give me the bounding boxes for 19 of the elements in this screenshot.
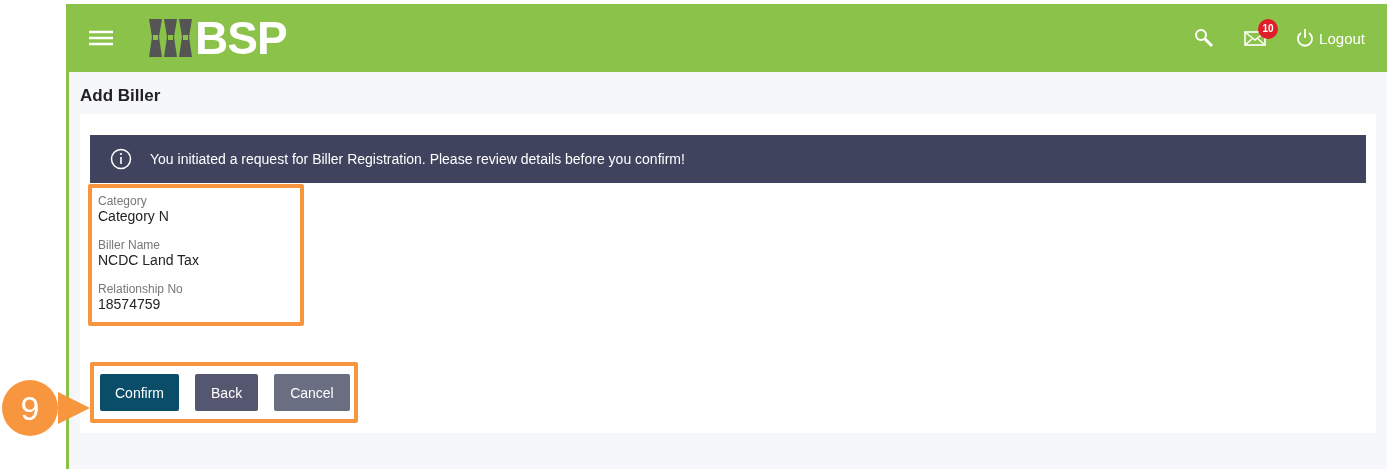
power-icon [1296, 28, 1315, 48]
search-icon[interactable] [1194, 28, 1215, 48]
field-label: Category [98, 194, 148, 208]
action-button[interactable]: Confirm [100, 374, 179, 411]
field-value: 18574759 [98, 296, 162, 312]
field-label: Biller Name [98, 238, 161, 252]
field-value: Category N [98, 208, 170, 224]
action-button[interactable]: Back [195, 374, 259, 411]
banner-message: You initiated a request for Biller Registration. Please review details before you confirm! [150, 151, 685, 167]
page-title: Add Biller [79, 85, 162, 107]
drums-icon [149, 18, 193, 58]
menu-icon[interactable] [89, 30, 113, 46]
info-icon [110, 148, 132, 170]
field-label: Relationship No [98, 282, 184, 296]
logo-text: BSP [195, 15, 287, 61]
field-value: NCDC Land Tax [98, 252, 200, 268]
notification-badge: 10 [1258, 18, 1279, 39]
action-button[interactable]: Cancel [274, 374, 350, 411]
mail-icon[interactable] [1244, 30, 1267, 46]
